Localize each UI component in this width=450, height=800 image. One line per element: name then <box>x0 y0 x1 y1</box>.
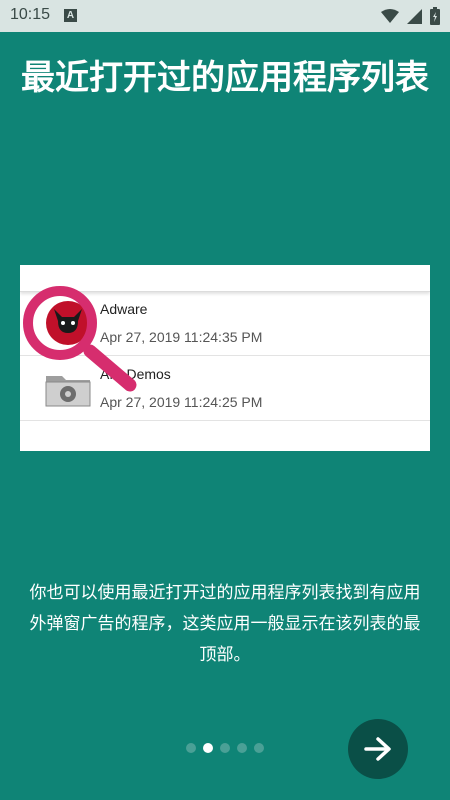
status-bar: 10:15 A <box>0 0 450 32</box>
app-last-opened: Apr 27, 2019 11:24:25 PM <box>100 394 263 410</box>
page-indicator <box>186 743 264 753</box>
description-text: 你也可以使用最近打开过的应用程序列表找到有应用外弹窗广告的程序，这类应用一般显示… <box>29 583 421 665</box>
page-dot <box>254 743 264 753</box>
status-time: 10:15 <box>10 6 51 23</box>
a-letter-icon: A <box>64 9 77 22</box>
signal-icon <box>407 8 422 24</box>
page-dot <box>220 743 230 753</box>
page-dot <box>186 743 196 753</box>
arrow-right-icon <box>364 737 391 761</box>
status-icons <box>381 5 440 27</box>
next-button[interactable] <box>348 719 408 779</box>
page-dot <box>237 743 247 753</box>
magnifier-icon <box>23 286 137 392</box>
battery-icon <box>430 7 440 25</box>
page-title: 最近打开过的应用程序列表 <box>21 58 429 98</box>
page-dot-active <box>203 743 213 753</box>
wifi-icon <box>381 9 399 23</box>
